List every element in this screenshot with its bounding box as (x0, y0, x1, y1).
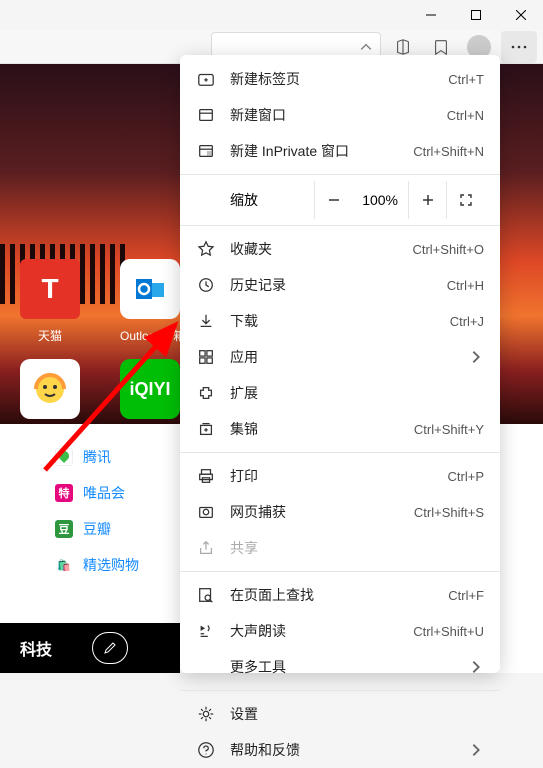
help-icon (196, 740, 216, 760)
share-icon (196, 538, 216, 558)
menu-apps[interactable]: 应用 (180, 339, 500, 375)
apps-icon (196, 347, 216, 367)
menu-label: 共享 (230, 538, 484, 558)
footer-bar: 科技 (0, 623, 180, 673)
new-tab-icon (196, 69, 216, 89)
quicklink-outlook[interactable]: Outlook邮箱 (120, 259, 185, 344)
menu-share: 共享 (180, 530, 500, 566)
tile-label: 天猫 (20, 327, 80, 344)
menu-separator (180, 571, 500, 572)
menu-label: 帮助和反馈 (230, 740, 468, 760)
menu-shortcut: Ctrl+N (447, 108, 484, 123)
menu-extensions[interactable]: 扩展 (180, 375, 500, 411)
fav-label: 豆瓣 (83, 519, 111, 539)
menu-web-capture[interactable]: 网页捕获 Ctrl+Shift+S (180, 494, 500, 530)
read-aloud-icon (196, 621, 216, 641)
gear-icon (196, 704, 216, 724)
menu-label: 新建 InPrivate 窗口 (230, 141, 413, 161)
tile-label: Outlook邮箱 (120, 327, 185, 344)
quicklink-tmall[interactable]: 天猫 (20, 259, 80, 344)
menu-new-window[interactable]: 新建窗口 Ctrl+N (180, 97, 500, 133)
menu-shortcut: Ctrl+H (447, 278, 484, 293)
menu-shortcut: Ctrl+Shift+Y (414, 422, 484, 437)
menu-label: 集锦 (230, 419, 414, 439)
menu-new-tab[interactable]: 新建标签页 Ctrl+T (180, 61, 500, 97)
menu-shortcut: Ctrl+T (448, 72, 484, 87)
zoom-value: 100% (352, 192, 408, 208)
fav-label: 唯品会 (83, 483, 125, 503)
menu-separator (180, 174, 500, 175)
close-button[interactable] (498, 0, 543, 30)
window-titlebar (0, 0, 543, 30)
menu-separator (180, 690, 500, 691)
edit-button[interactable] (92, 632, 128, 664)
menu-shortcut: Ctrl+Shift+N (413, 144, 484, 159)
zoom-label: 缩放 (230, 190, 314, 210)
menu-label: 应用 (230, 347, 468, 367)
new-window-icon (196, 105, 216, 125)
menu-history[interactable]: 历史记录 Ctrl+H (180, 267, 500, 303)
menu-help-feedback[interactable]: 帮助和反馈 (180, 732, 500, 768)
fullscreen-button[interactable] (446, 181, 484, 219)
quicklink-lion[interactable] (20, 359, 80, 427)
fav-label: 精选购物 (83, 555, 139, 575)
menu-more-tools[interactable]: 更多工具 (180, 649, 500, 685)
star-icon (196, 239, 216, 259)
settings-dropdown-menu: 新建标签页 Ctrl+T 新建窗口 Ctrl+N 新建 InPrivate 窗口… (180, 55, 500, 673)
menu-shortcut: Ctrl+F (448, 588, 484, 603)
chevron-right-icon (468, 742, 484, 758)
menu-shortcut: Ctrl+P (448, 469, 484, 484)
menu-label: 新建窗口 (230, 105, 447, 125)
menu-favorites[interactable]: 收藏夹 Ctrl+Shift+O (180, 231, 500, 267)
menu-shortcut: Ctrl+Shift+U (413, 624, 484, 639)
menu-collections[interactable]: 集锦 Ctrl+Shift+Y (180, 411, 500, 447)
category-label: 科技 (20, 636, 52, 660)
menu-shortcut: Ctrl+Shift+S (414, 505, 484, 520)
menu-label: 扩展 (230, 383, 484, 403)
collections-icon (196, 419, 216, 439)
extensions-icon (196, 383, 216, 403)
menu-downloads[interactable]: 下载 Ctrl+J (180, 303, 500, 339)
download-icon (196, 311, 216, 331)
fav-label: 腾讯 (83, 447, 111, 467)
more-menu-button[interactable] (501, 31, 537, 63)
minimize-button[interactable] (408, 0, 453, 30)
print-icon (196, 466, 216, 486)
find-icon (196, 585, 216, 605)
menu-label: 历史记录 (230, 275, 447, 295)
zoom-out-button[interactable] (314, 181, 352, 219)
capture-icon (196, 502, 216, 522)
menu-print[interactable]: 打印 Ctrl+P (180, 458, 500, 494)
menu-label: 网页捕获 (230, 502, 414, 522)
zoom-in-button[interactable] (408, 181, 446, 219)
menu-label: 设置 (230, 704, 484, 724)
menu-shortcut: Ctrl+Shift+O (412, 242, 484, 257)
history-icon (196, 275, 216, 295)
menu-label: 下载 (230, 311, 450, 331)
inprivate-icon (196, 141, 216, 161)
blank-icon (196, 657, 216, 677)
menu-label: 打印 (230, 466, 448, 486)
menu-label: 在页面上查找 (230, 585, 448, 605)
menu-settings[interactable]: 设置 (180, 696, 500, 732)
menu-new-inprivate[interactable]: 新建 InPrivate 窗口 Ctrl+Shift+N (180, 133, 500, 169)
menu-separator (180, 452, 500, 453)
menu-label: 收藏夹 (230, 239, 412, 259)
menu-shortcut: Ctrl+J (450, 314, 484, 329)
menu-label: 新建标签页 (230, 69, 448, 89)
menu-label: 更多工具 (230, 657, 468, 677)
menu-zoom: 缩放 100% (180, 180, 500, 220)
chevron-right-icon (468, 349, 484, 365)
menu-find-on-page[interactable]: 在页面上查找 Ctrl+F (180, 577, 500, 613)
menu-separator (180, 225, 500, 226)
menu-read-aloud[interactable]: 大声朗读 Ctrl+Shift+U (180, 613, 500, 649)
menu-label: 大声朗读 (230, 621, 413, 641)
quicklink-iqiyi[interactable]: iQIYI (120, 359, 180, 427)
maximize-button[interactable] (453, 0, 498, 30)
